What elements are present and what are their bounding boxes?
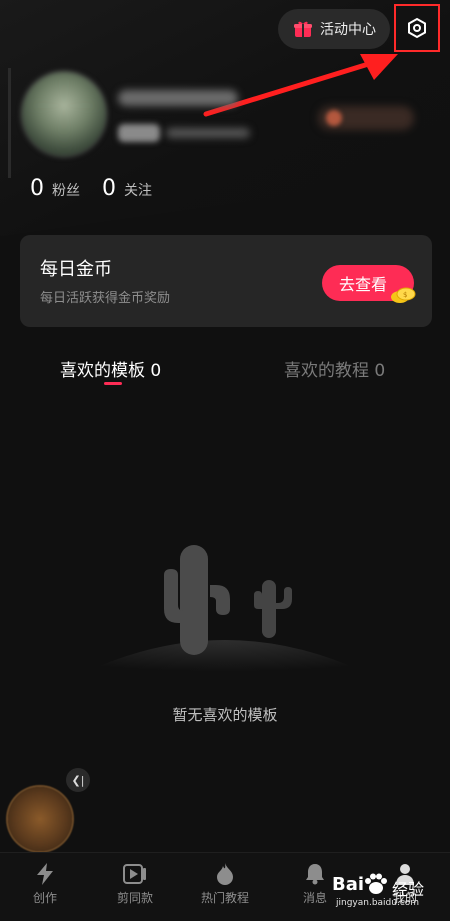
nav-hot-tutorials[interactable]: 热门教程	[190, 863, 260, 906]
video-play-icon	[123, 864, 146, 884]
watermark-url: jingyan.baidu.com	[336, 898, 420, 908]
followers-label: 粉丝	[52, 183, 80, 199]
blurred-button-icon	[326, 110, 342, 126]
view-coins-label: 去查看	[338, 275, 387, 294]
blurred-username	[118, 90, 238, 106]
watermark-brand: Bai	[332, 874, 365, 895]
nav-capcut[interactable]: 剪同款	[100, 863, 170, 906]
nav-create[interactable]: 创作	[10, 863, 80, 906]
nav-create-label: 创作	[32, 891, 57, 905]
bell-icon	[306, 864, 324, 885]
followers-stat[interactable]: 0 粉丝	[30, 176, 80, 201]
activity-center-label: 活动中心	[320, 22, 376, 38]
following-count: 0	[102, 176, 116, 201]
daily-coins-card: 每日金币 每日活跃获得金币奖励 去查看 $	[20, 235, 432, 327]
settings-highlight-box	[394, 4, 440, 52]
nav-capcut-label: 剪同款	[116, 891, 153, 905]
gift-icon	[294, 21, 312, 37]
profile-divider	[8, 68, 11, 178]
following-stat[interactable]: 0 关注	[102, 176, 152, 201]
avatar[interactable]	[22, 72, 106, 156]
collapse-left-icon: ❮|	[71, 773, 85, 787]
svg-text:$: $	[403, 291, 407, 299]
following-label: 关注	[124, 183, 152, 199]
empty-state-text: 暂无喜欢的模板	[172, 706, 278, 724]
nav-tutorials-label: 热门教程	[200, 891, 249, 905]
blurred-user-id	[166, 128, 250, 138]
floating-music-disc[interactable]	[8, 787, 72, 851]
lightning-icon	[37, 863, 53, 885]
profile-stats: 0 粉丝 0 关注	[30, 176, 152, 201]
paw-icon	[365, 873, 387, 894]
watermark-brand-2: 经验	[392, 880, 425, 899]
nav-messages-label: 消息	[302, 891, 327, 905]
daily-coins-title: 每日金币	[40, 259, 112, 280]
blurred-badge	[118, 124, 160, 142]
cactus-illustration	[60, 545, 390, 685]
coins-icon: $	[391, 287, 416, 303]
flame-icon	[217, 863, 233, 885]
baidu-jingyan-watermark: Bai 经验 jingyan.baidu.com	[330, 866, 442, 914]
tab-liked-templates[interactable]: 喜欢的模板 0	[60, 356, 161, 381]
followers-count: 0	[30, 176, 44, 201]
tab-liked-tutorials[interactable]: 喜欢的教程 0	[284, 356, 385, 381]
daily-coins-subtitle: 每日活跃获得金币奖励	[40, 291, 171, 306]
activity-center-button[interactable]: 活动中心	[278, 9, 390, 49]
collapse-float-button[interactable]: ❮|	[66, 768, 90, 792]
active-tab-indicator	[104, 382, 122, 385]
